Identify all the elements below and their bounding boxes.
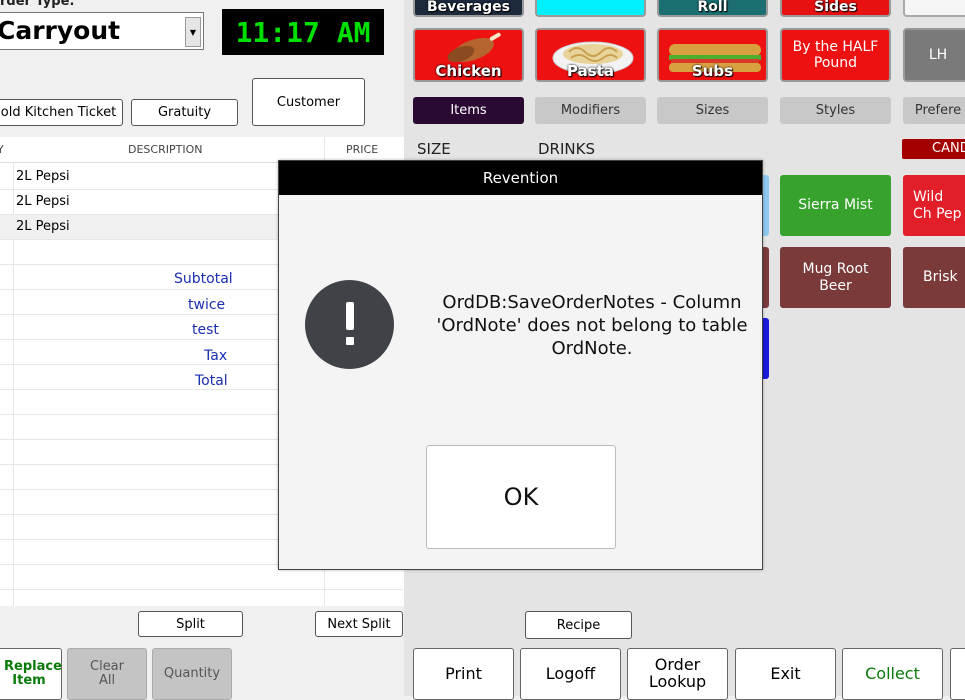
replace-item-label: Replace Item <box>4 659 62 688</box>
tab-sizes[interactable]: Sizes <box>657 97 768 124</box>
col-description: DESCRIPTION <box>128 143 203 156</box>
tax-label: Tax <box>204 348 228 364</box>
item-wild-cherry-pepsi[interactable]: Wild Ch Pep <box>903 175 965 236</box>
clock-time: 11:17 AM <box>235 15 371 49</box>
size-label: SIZE <box>417 140 451 158</box>
item-description: 2L Pepsi <box>16 194 70 209</box>
replace-item-button[interactable]: Replace Item <box>0 648 62 700</box>
clear-all-label: Clear All <box>90 659 124 688</box>
category-blank[interactable] <box>903 0 965 17</box>
next-split-button[interactable]: Next Split <box>315 611 403 637</box>
total-label: Total <box>195 373 228 389</box>
cand-label: CAND <box>902 139 965 159</box>
item-mug-root-beer[interactable]: Mug Root Beer <box>780 247 891 308</box>
col-price: PRICE <box>346 143 379 156</box>
gratuity-button[interactable]: Gratuity <box>131 99 238 126</box>
customer-button[interactable]: Customer <box>252 78 365 126</box>
item-label: Sierra Mist <box>798 197 873 214</box>
dialog-title-bar: Revention <box>279 161 762 195</box>
ok-button[interactable]: OK <box>426 445 616 549</box>
item-label: Wild Ch Pep <box>913 188 962 222</box>
quantity-button[interactable]: Quantity <box>152 648 232 700</box>
category-label: LH <box>928 47 948 63</box>
chevron-down-icon: ▼ <box>189 27 197 37</box>
error-dialog: Revention OrdDB:SaveOrderNotes - Column … <box>278 160 763 570</box>
twice-label: twice <box>188 297 226 313</box>
order-type-label: rder Type: <box>0 0 75 9</box>
category-chicken[interactable]: Chicken <box>413 28 524 82</box>
col-qty: Y <box>0 143 4 156</box>
partial-button[interactable] <box>950 648 965 700</box>
category-cyan[interactable] <box>535 0 646 17</box>
item-label: Mug Root Beer <box>802 260 869 294</box>
category-label: Beverages <box>427 0 510 15</box>
split-button[interactable]: Split <box>138 611 243 637</box>
category-label: Roll <box>697 0 728 15</box>
category-label: Subs <box>691 62 734 80</box>
logoff-button[interactable]: Logoff <box>520 648 621 700</box>
ok-label: OK <box>503 483 539 511</box>
dropdown-arrow-button[interactable]: ▼ <box>185 17 201 47</box>
dialog-message: OrdDB:SaveOrderNotes - Column 'OrdNote' … <box>436 292 748 359</box>
category-pasta[interactable]: Pasta <box>535 28 646 82</box>
order-type-dropdown[interactable]: Carryout ▼ <box>0 12 204 50</box>
order-lookup-button[interactable]: Order Lookup <box>627 648 728 700</box>
category-lh[interactable]: LH <box>903 28 965 82</box>
dialog-title: Revention <box>482 169 559 187</box>
test-label: test <box>192 322 219 338</box>
drinks-label: DRINKS <box>538 140 595 158</box>
order-lookup-label: Order Lookup <box>648 655 707 691</box>
exit-button[interactable]: Exit <box>735 648 836 700</box>
category-subs[interactable]: Subs <box>657 28 768 82</box>
clock-display: 11:17 AM <box>222 9 384 55</box>
print-button[interactable]: Print <box>413 648 514 700</box>
clear-all-button[interactable]: Clear All <box>67 648 147 700</box>
hold-kitchen-ticket-button[interactable]: old Kitchen Ticket <box>0 99 123 126</box>
item-description: 2L Pepsi <box>16 169 70 184</box>
subtotal-label: Subtotal <box>174 271 233 287</box>
category-label: By the HALF Pound <box>792 38 879 71</box>
tab-preferences[interactable]: Prefere <box>903 97 965 124</box>
item-label: Brisk <box>923 269 958 286</box>
item-description: 2L Pepsi <box>16 219 70 234</box>
tab-modifiers[interactable]: Modifiers <box>535 97 646 124</box>
collect-button[interactable]: Collect <box>842 648 943 700</box>
item-sierra-mist[interactable]: Sierra Mist <box>780 175 891 236</box>
tab-styles[interactable]: Styles <box>780 97 891 124</box>
order-type-value: Carryout <box>0 16 121 45</box>
category-by-the-half-pound[interactable]: By the HALF Pound <box>780 28 891 82</box>
recipe-button[interactable]: Recipe <box>525 611 632 639</box>
exclamation-icon <box>305 280 394 369</box>
category-label: Chicken <box>435 62 502 80</box>
category-sides[interactable]: Sides <box>780 0 891 17</box>
tab-items[interactable]: Items <box>413 97 524 124</box>
category-label: Pasta <box>567 62 614 80</box>
item-brisk[interactable]: Brisk <box>903 247 965 308</box>
category-beverages[interactable]: Beverages <box>413 0 524 17</box>
category-roll[interactable]: Roll <box>657 0 768 17</box>
category-label: Sides <box>814 0 857 15</box>
